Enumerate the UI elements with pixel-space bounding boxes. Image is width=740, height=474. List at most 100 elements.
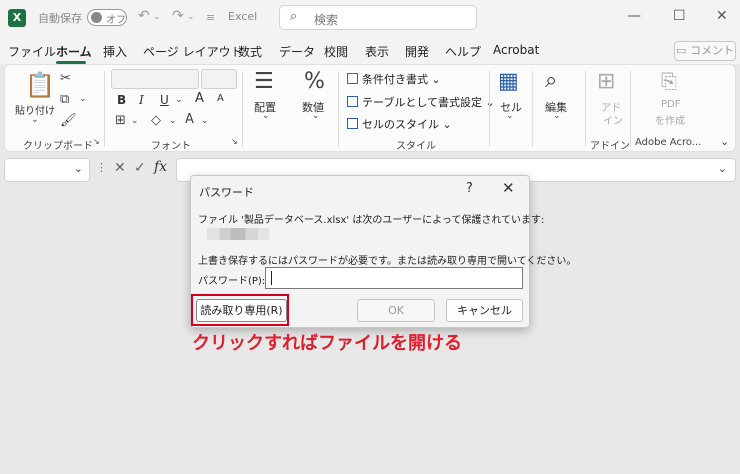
- format-as-table-label: テーブルとして書式設定: [362, 96, 483, 109]
- autosave-toggle[interactable]: オフ: [87, 9, 127, 26]
- create-pdf-label-line2[interactable]: を作成: [655, 112, 685, 127]
- cells-dropdown-icon[interactable]: ⌄: [506, 111, 514, 121]
- chevron-down-icon: ⌄: [717, 162, 727, 175]
- comment-icon: ▭: [676, 44, 687, 57]
- addins-icon[interactable]: ⊞: [597, 69, 615, 94]
- find-icon[interactable]: ⌕: [545, 68, 557, 93]
- tab-page-layout[interactable]: ページ レイアウト: [143, 43, 243, 60]
- separator: [338, 71, 339, 147]
- borders-icon[interactable]: ⊞: [115, 113, 126, 128]
- paste-icon[interactable]: 📋: [25, 71, 55, 99]
- shrink-font-button[interactable]: A: [217, 93, 224, 104]
- app-name: Excel: [228, 10, 258, 23]
- search-icon: ⌕: [290, 9, 298, 24]
- tab-formulas[interactable]: 数式: [238, 43, 262, 60]
- alignment-dropdown-icon[interactable]: ⌄: [262, 111, 270, 121]
- password-label: パスワード(P):: [198, 276, 266, 287]
- tab-acrobat[interactable]: Acrobat: [493, 43, 539, 57]
- clipboard-group-label: クリップボード: [23, 141, 93, 152]
- comment-label: コメント: [689, 44, 734, 57]
- percent-icon[interactable]: %: [304, 69, 325, 94]
- tab-review[interactable]: 校閲: [324, 43, 348, 60]
- minimize-button[interactable]: —: [627, 8, 641, 24]
- copy-icon[interactable]: ⧉: [60, 92, 69, 107]
- cut-icon[interactable]: ✂: [60, 71, 71, 86]
- clipboard-launcher-icon[interactable]: ↘: [93, 137, 100, 146]
- help-button[interactable]: ?: [466, 181, 473, 196]
- instruction-message: 上書き保存するにはパスワードが必要です。または読み取り専用で開いてください。: [198, 256, 577, 267]
- tab-view[interactable]: 表示: [365, 43, 389, 60]
- customize-icon[interactable]: ≡: [206, 11, 215, 24]
- search-box[interactable]: ⌕ 検索: [279, 5, 477, 30]
- bold-button[interactable]: B: [117, 93, 126, 107]
- underline-button[interactable]: U: [160, 93, 169, 107]
- dialog-close-button[interactable]: ✕: [502, 179, 515, 197]
- font-group-label: フォント: [151, 141, 191, 152]
- tab-insert[interactable]: 挿入: [103, 43, 127, 60]
- copy-dropdown-icon[interactable]: ⌄: [79, 94, 87, 104]
- font-color-dropdown-icon[interactable]: ⌄: [201, 116, 209, 126]
- styles-group-label: スタイル: [396, 141, 436, 152]
- search-placeholder: 検索: [314, 13, 339, 27]
- paste-dropdown-icon[interactable]: ⌄: [31, 115, 39, 125]
- enter-entry-icon[interactable]: ✓: [134, 160, 146, 176]
- italic-button[interactable]: I: [139, 93, 144, 107]
- collapse-ribbon-icon[interactable]: ⌄: [720, 135, 729, 148]
- menu-bar: ファイル ホーム 挿入 ページ レイアウト 数式 データ 校閲 表示 開発 ヘル…: [0, 36, 740, 64]
- alignment-icon[interactable]: ☰: [254, 69, 274, 94]
- undo-dropdown-icon[interactable]: ⌄: [153, 12, 161, 22]
- format-painter-icon[interactable]: 🖌: [60, 113, 77, 128]
- font-name-combo[interactable]: [111, 69, 199, 89]
- underline-dropdown-icon[interactable]: ⌄: [175, 95, 183, 105]
- password-input[interactable]: [265, 267, 523, 289]
- redo-dropdown-icon[interactable]: ⌄: [187, 12, 195, 22]
- font-color-icon[interactable]: A: [185, 112, 194, 127]
- title-bar: X 自動保存 オフ ↶ ⌄ ↷ ⌄ ≡ Excel ⌕ 検索 — ☐ ✕: [0, 0, 740, 36]
- conditional-formatting-icon: [347, 73, 358, 84]
- ok-button[interactable]: OK: [357, 299, 435, 322]
- protected-message: ファイル '製品データベース.xlsx' は次のユーザーによって保護されています…: [198, 215, 545, 226]
- addins-group-label: アドイン: [590, 141, 630, 152]
- annotation-text: クリックすればファイルを開ける: [192, 333, 462, 354]
- tab-home[interactable]: ホーム: [56, 43, 92, 60]
- redo-icon[interactable]: ↷: [172, 8, 184, 24]
- autosave-state: オフ: [106, 15, 126, 26]
- text-caret: [271, 271, 272, 285]
- cancel-entry-icon[interactable]: ✕: [114, 160, 126, 176]
- comment-button[interactable]: ▭ コメント: [674, 41, 736, 61]
- dialog-title: パスワード: [199, 186, 254, 199]
- name-box[interactable]: ⌄: [4, 158, 90, 182]
- separator: [630, 71, 631, 147]
- tab-help[interactable]: ヘルプ: [445, 43, 481, 60]
- chevron-down-icon: ⌄: [73, 162, 83, 175]
- adobe-group-label: Adobe Acro...: [635, 137, 702, 148]
- font-size-combo[interactable]: [201, 69, 237, 89]
- undo-icon[interactable]: ↶: [138, 8, 150, 24]
- tab-developer[interactable]: 開発: [405, 43, 429, 60]
- format-as-table-button[interactable]: テーブルとして書式設定 ⌄: [347, 94, 495, 110]
- editing-dropdown-icon[interactable]: ⌄: [553, 111, 561, 121]
- cells-icon[interactable]: ▦: [498, 69, 519, 94]
- borders-dropdown-icon[interactable]: ⌄: [131, 116, 139, 126]
- create-pdf-label-line1[interactable]: PDF: [661, 99, 680, 110]
- restore-button[interactable]: ☐: [673, 8, 686, 24]
- addins-label-line2[interactable]: イン: [603, 112, 623, 127]
- redacted-username: [207, 228, 269, 240]
- grow-font-button[interactable]: A: [195, 91, 204, 106]
- create-pdf-icon[interactable]: ⎘: [661, 69, 677, 93]
- toggle-knob: [91, 12, 102, 23]
- close-window-button[interactable]: ✕: [716, 8, 728, 24]
- formula-bar-menu-icon[interactable]: ⋮: [96, 161, 107, 174]
- conditional-formatting-button[interactable]: 条件付き書式 ⌄: [347, 71, 441, 87]
- cell-styles-button[interactable]: セルのスタイル ⌄: [347, 116, 452, 132]
- fill-color-dropdown-icon[interactable]: ⌄: [169, 116, 177, 126]
- tab-data[interactable]: データ: [279, 43, 315, 60]
- separator: [489, 71, 490, 147]
- number-dropdown-icon[interactable]: ⌄: [312, 111, 320, 121]
- insert-function-icon[interactable]: fx: [154, 159, 167, 175]
- fill-color-icon[interactable]: ◇: [151, 113, 161, 128]
- font-launcher-icon[interactable]: ↘: [231, 137, 238, 146]
- cancel-button[interactable]: キャンセル: [446, 299, 523, 322]
- cell-styles-label: セルのスタイル: [362, 118, 439, 131]
- tab-file[interactable]: ファイル: [8, 43, 56, 60]
